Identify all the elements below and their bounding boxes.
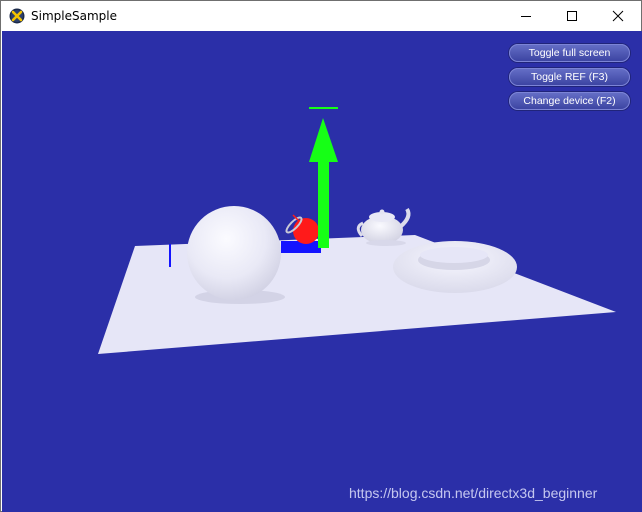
sphere	[187, 206, 281, 300]
window-title: SimpleSample	[31, 9, 117, 23]
close-button[interactable]	[595, 1, 641, 31]
minimize-button[interactable]	[503, 1, 549, 31]
toggle-ref-button[interactable]: Toggle REF (F3)	[509, 68, 630, 86]
minimize-icon	[521, 16, 531, 17]
title-bar[interactable]: SimpleSample	[1, 1, 641, 31]
torus	[393, 241, 517, 293]
close-icon	[612, 10, 624, 22]
axis-gizmo	[281, 107, 338, 253]
maximize-icon	[567, 11, 577, 21]
toggle-full-screen-button[interactable]: Toggle full screen	[509, 44, 630, 62]
watermark-url: https://blog.csdn.net/directx3d_beginner	[349, 485, 598, 501]
gizmo-red-ball	[293, 218, 319, 244]
axis-up-arrowhead	[309, 118, 338, 162]
app-window: SimpleSample Toggle full screen Toggle R…	[0, 0, 642, 512]
floor-plane	[98, 235, 616, 354]
render-viewport[interactable]: Toggle full screen Toggle REF (F3) Chang…	[2, 31, 642, 512]
maximize-button[interactable]	[549, 1, 595, 31]
directx-logo-icon	[9, 8, 25, 24]
axis-up-shaft	[318, 162, 329, 248]
change-device-button[interactable]: Change device (F2)	[509, 92, 630, 110]
